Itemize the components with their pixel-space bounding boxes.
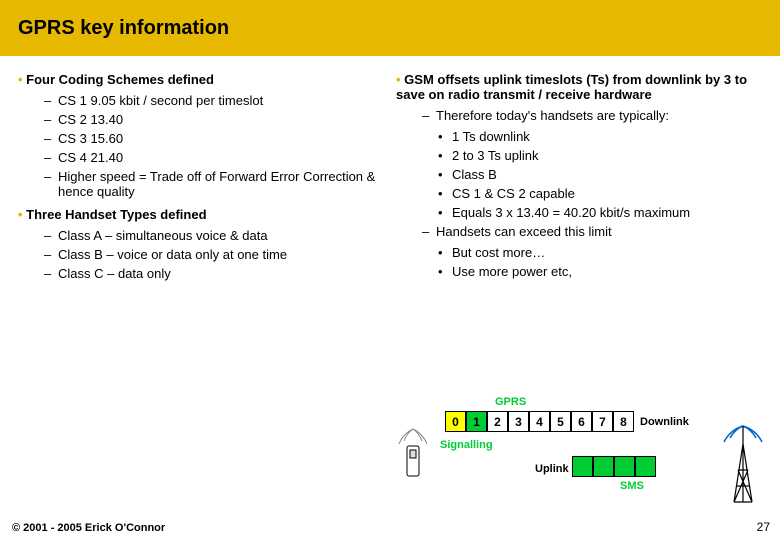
- page-title: GPRS key information: [18, 17, 229, 40]
- list-item: 1 Ts downlink: [438, 129, 762, 144]
- list-item: CS 1 9.05 kbit / second per timeslot: [44, 93, 384, 108]
- list-item: Class B – voice or data only at one time: [44, 247, 384, 262]
- copyright: © 2001 - 2005 Erick O'Connor: [12, 522, 165, 534]
- slot: [614, 456, 635, 477]
- heading-handset-types: Three Handset Types defined: [18, 207, 384, 222]
- list-item: CS 2 13.40: [44, 112, 384, 127]
- right-column: GSM offsets uplink timeslots (Ts) from d…: [396, 64, 762, 287]
- typical-handsets: Therefore today's handsets are typically…: [422, 108, 762, 123]
- downlink-label: Downlink: [640, 416, 689, 428]
- typical-details: 1 Ts downlink 2 to 3 Ts uplink Class B C…: [438, 129, 762, 220]
- slot: 2: [487, 411, 508, 432]
- list-item: 2 to 3 Ts uplink: [438, 148, 762, 163]
- slot: [635, 456, 656, 477]
- timeslot-diagram: GPRS 0 1 2 3 4 5 6 7 8 Downlink Signalli…: [340, 396, 770, 516]
- downlink-row: 0 1 2 3 4 5 6 7 8 Downlink: [445, 411, 689, 432]
- sms-label: SMS: [620, 480, 644, 492]
- list-item: Class B: [438, 167, 762, 182]
- uplink-label: Uplink: [535, 463, 569, 475]
- list-item: Higher speed = Trade off of Forward Erro…: [44, 169, 384, 199]
- list-item: CS 4 21.40: [44, 150, 384, 165]
- slot: [572, 456, 593, 477]
- list-item: Equals 3 x 13.40 = 40.20 kbit/s maximum: [438, 205, 762, 220]
- list-item: Class C – data only: [44, 266, 384, 281]
- list-item: Use more power etc,: [438, 264, 762, 279]
- list-item: CS 1 & CS 2 capable: [438, 186, 762, 201]
- uplink-boxes: [572, 456, 656, 477]
- list-item: But cost more…: [438, 245, 762, 260]
- exceed-details: But cost more… Use more power etc,: [438, 245, 762, 279]
- slot: 5: [550, 411, 571, 432]
- coding-scheme-list: CS 1 9.05 kbit / second per timeslot CS …: [44, 93, 384, 199]
- list-item: Handsets can exceed this limit: [422, 224, 762, 239]
- slot: 1: [466, 411, 487, 432]
- exceed-list: Handsets can exceed this limit: [422, 224, 762, 239]
- heading-gsm-offsets: GSM offsets uplink timeslots (Ts) from d…: [396, 72, 762, 102]
- left-column: Four Coding Schemes defined CS 1 9.05 kb…: [18, 64, 384, 287]
- slot: [593, 456, 614, 477]
- heading-coding-schemes: Four Coding Schemes defined: [18, 72, 384, 87]
- title-bar: GPRS key information: [0, 0, 780, 56]
- page-number: 27: [757, 520, 770, 534]
- slot: 6: [571, 411, 592, 432]
- tower-icon: [720, 420, 766, 506]
- signalling-label: Signalling: [440, 439, 493, 451]
- list-item: Therefore today's handsets are typically…: [422, 108, 762, 123]
- slot: 3: [508, 411, 529, 432]
- list-item: Class A – simultaneous voice & data: [44, 228, 384, 243]
- list-item: CS 3 15.60: [44, 131, 384, 146]
- handset-type-list: Class A – simultaneous voice & data Clas…: [44, 228, 384, 281]
- gprs-label: GPRS: [495, 396, 526, 408]
- slot: 8: [613, 411, 634, 432]
- handset-antenna-icon: [393, 424, 433, 484]
- slot: 4: [529, 411, 550, 432]
- slot: 7: [592, 411, 613, 432]
- content-area: Four Coding Schemes defined CS 1 9.05 kb…: [0, 56, 780, 287]
- slot: 0: [445, 411, 466, 432]
